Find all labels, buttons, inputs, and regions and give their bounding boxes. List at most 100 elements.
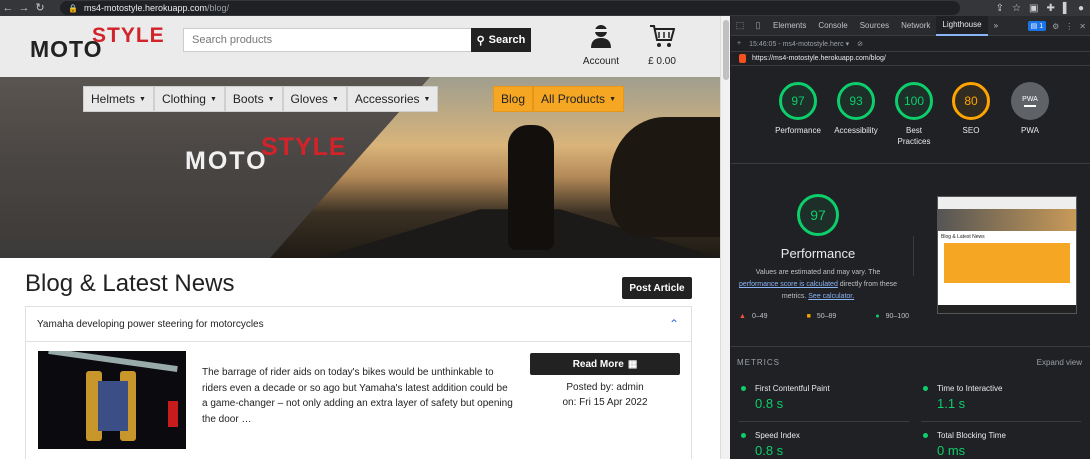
tab-console[interactable]: Console — [812, 16, 853, 36]
caret-down-icon: ▼ — [209, 95, 217, 103]
tab-elements[interactable]: Elements — [767, 16, 812, 36]
sidebar-icon[interactable]: ▌ — [1063, 3, 1070, 14]
share-icon[interactable]: ⇪ — [996, 3, 1004, 14]
score-label: SEO — [962, 126, 980, 135]
cart-total: £ 0.00 — [648, 56, 676, 67]
extension-icon[interactable]: ▣ — [1029, 3, 1038, 14]
score-value: 80 — [952, 82, 990, 120]
chevron-up-icon[interactable]: ⌃ — [669, 317, 679, 331]
menu-gloves[interactable]: Gloves ▼ — [282, 86, 347, 112]
search-input[interactable]: Search products — [183, 28, 471, 52]
circle-icon: ● — [875, 313, 880, 320]
menu-boots[interactable]: Boots ▼ — [224, 86, 283, 112]
add-icon[interactable]: + — [737, 40, 741, 47]
search-button[interactable]: ⚲ Search — [471, 28, 531, 52]
metric-name: Time to Interactive — [913, 384, 1083, 393]
blog-post-card: Yamaha developing power steering for mot… — [25, 306, 692, 459]
menu-label: Clothing — [161, 92, 206, 106]
lighthouse-icon — [739, 54, 746, 63]
post-article-button[interactable]: Post Article — [622, 277, 692, 299]
score-label: PWA — [1021, 126, 1039, 135]
metric-name: First Contentful Paint — [731, 384, 901, 393]
performance-score-large: 97 — [797, 194, 839, 236]
clear-icon[interactable]: ⊘ — [857, 40, 863, 48]
devtools-tabbar: ⬚ ▯ Elements Console Sources Network Lig… — [731, 16, 1090, 36]
menu-helmets[interactable]: Helmets ▼ — [83, 86, 154, 112]
note-text: Values are estimated and may vary. The — [755, 269, 881, 276]
menu-label: Boots — [232, 92, 264, 106]
post-date: on: Fri 15 Apr 2022 — [562, 397, 648, 408]
legend-average: ■ 50–89 — [807, 313, 837, 320]
score-label: Accessibility — [834, 126, 878, 135]
report-label: 15:46:05 - ms4-motostyle.herc — [749, 40, 844, 48]
audited-url[interactable]: https://ms4-motostyle.herokuapp.com/blog… — [752, 55, 886, 62]
address-bar[interactable]: 🔒 ms4-motostyle.herokuapp.com /blog/ — [60, 1, 960, 15]
menu-all-products[interactable]: All Products ▼ — [533, 86, 624, 112]
reload-icon[interactable]: ↻ — [32, 0, 48, 16]
close-icon[interactable]: ✕ — [1079, 22, 1086, 31]
scrollbar-thumb[interactable] — [723, 20, 729, 80]
gauge-seo[interactable]: 80 SEO — [946, 82, 996, 136]
account-label: Account — [582, 56, 620, 67]
read-more-label: Read More — [572, 358, 624, 370]
issues-badge[interactable]: ▤ 1 — [1027, 21, 1047, 31]
search-icon: ⚲ — [476, 34, 485, 47]
puzzle-icon[interactable]: ✚ — [1046, 3, 1054, 14]
settings-gear-icon[interactable]: ⚙ — [1052, 22, 1059, 31]
lock-icon: 🔒 — [68, 3, 78, 13]
caret-down-icon: ▼ — [423, 95, 431, 103]
score-label: Best Practices — [897, 126, 931, 146]
gauge-pwa[interactable]: PWA PWA — [1005, 82, 1055, 136]
post-accordion-header[interactable]: Yamaha developing power steering for mot… — [26, 307, 691, 342]
cart-icon — [650, 25, 676, 47]
performance-note: Values are estimated and may vary. The p… — [731, 267, 905, 303]
legend-label: 50–89 — [816, 313, 837, 320]
gauge-performance[interactable]: 97 Performance — [773, 82, 823, 136]
page-scrollbar[interactable] — [720, 16, 730, 459]
see-calculator-link[interactable]: See calculator. — [808, 293, 854, 300]
post-author: Posted by: admin — [566, 382, 644, 393]
tab-sources[interactable]: Sources — [854, 16, 895, 36]
account-link[interactable]: Account — [581, 24, 621, 67]
bookmark-star-icon[interactable]: ☆ — [1012, 3, 1021, 14]
score-calculated-link[interactable]: performance score is calculated — [739, 281, 838, 288]
page-title: Blog & Latest News — [25, 270, 235, 297]
user-icon — [591, 25, 611, 48]
menu-label: Blog — [501, 92, 526, 106]
secondary-menu: Blog All Products ▼ — [493, 86, 624, 112]
gauge-accessibility[interactable]: 93 Accessibility — [827, 82, 885, 136]
page-screenshot-thumbnail[interactable]: Blog & Latest News — [937, 196, 1077, 314]
read-more-button[interactable]: Read More ▦ — [530, 353, 680, 375]
report-select[interactable]: 15:46:05 - ms4-motostyle.herc ▾ — [749, 40, 849, 48]
profile-icon[interactable]: ● — [1078, 3, 1084, 14]
menu-accessories[interactable]: Accessories ▼ — [346, 86, 439, 112]
menu-blog[interactable]: Blog — [493, 86, 534, 112]
score-legend: ▲ 0–49 ■ 50–89 ● 90–100 — [739, 313, 909, 320]
more-tabs-icon[interactable]: » — [988, 16, 1004, 36]
menu-label: All Products — [541, 92, 606, 106]
metric-value: 0.8 s — [755, 443, 784, 458]
menu-clothing[interactable]: Clothing ▼ — [153, 86, 225, 112]
back-icon[interactable]: ← — [0, 0, 16, 16]
browser-toolbar: ← → ↻ 🔒 ms4-motostyle.herokuapp.com /blo… — [0, 0, 1090, 16]
post-image — [38, 351, 186, 449]
score-value: 100 — [895, 82, 933, 120]
tab-lighthouse[interactable]: Lighthouse — [936, 16, 988, 36]
url-path: /blog/ — [207, 3, 230, 13]
rider-silhouette — [508, 125, 554, 250]
cart-link[interactable]: £ 0.00 — [645, 24, 679, 67]
inspect-icon[interactable]: ⬚ — [731, 20, 749, 31]
search-button-label: Search — [488, 34, 526, 46]
post-excerpt: The barrage of rider aids on today's bik… — [202, 367, 513, 425]
expand-view-toggle[interactable]: Expand view — [1037, 358, 1082, 367]
metric-tbt: Total Blocking Time 0 ms — [913, 431, 1083, 458]
device-toolbar-icon[interactable]: ▯ — [749, 20, 767, 31]
tab-network[interactable]: Network — [895, 16, 936, 36]
forward-icon[interactable]: → — [16, 0, 32, 16]
gauge-best-practices[interactable]: 100 Best Practices — [889, 82, 939, 147]
performance-heading: Performance — [780, 246, 856, 261]
caret-down-icon: ▼ — [139, 95, 146, 103]
menu-label: Accessories — [354, 92, 420, 106]
metric-value: 0 ms — [937, 443, 966, 458]
kebab-menu-icon[interactable]: ⋮ — [1065, 22, 1073, 31]
